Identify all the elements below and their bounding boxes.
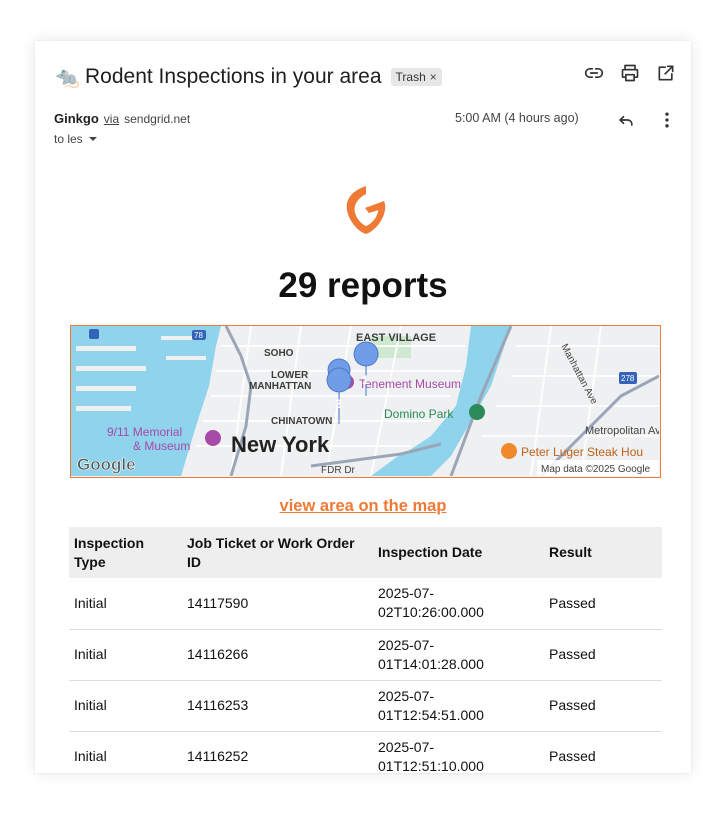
svg-text:3: 3 <box>335 397 342 411</box>
map-label: MANHATTAN <box>249 381 311 392</box>
inspection-type: Initial <box>69 578 182 630</box>
map-label: Tenement Museum <box>359 377 461 391</box>
svg-text:1: 1 <box>362 373 369 387</box>
inspection-result: Passed <box>544 629 662 681</box>
route-shield: 278 <box>621 374 635 383</box>
sender-via[interactable]: via <box>104 112 119 126</box>
inspection-type: Initial <box>69 680 182 732</box>
map-label: CHINATOWN <box>271 416 332 427</box>
link-icon[interactable] <box>583 62 605 84</box>
map-label: New York <box>231 432 330 457</box>
map-label: FDR Dr <box>321 465 356 476</box>
inspection-date: 2025-07-01T14:01:28.000 <box>373 629 544 681</box>
table-row: Initial 14116266 2025-07-01T14:01:28.000… <box>69 629 662 681</box>
table-header-row: Inspection Type Job Ticket or Work Order… <box>69 527 662 578</box>
column-header: Inspection Type <box>69 527 182 578</box>
inspections-table: Inspection Type Job Ticket or Work Order… <box>69 527 662 773</box>
email-subject: Rodent Inspections in your area <box>85 65 382 88</box>
job-ticket-id: 14116252 <box>182 731 373 773</box>
more-vert-icon[interactable] <box>656 109 678 131</box>
map-label: 9/11 Memorial <box>107 425 182 439</box>
recipient-text: to les <box>54 132 83 146</box>
sender-name[interactable]: Ginkgo <box>54 111 99 126</box>
column-header: Inspection Date <box>373 527 544 578</box>
table-row: Initial 14116252 2025-07-01T12:51:10.000… <box>69 731 662 773</box>
sender-row: Ginkgo via sendgrid.net <box>54 111 190 126</box>
inspection-result: Passed <box>544 680 662 732</box>
ginkgo-logo <box>341 182 391 237</box>
remove-label-icon[interactable]: × <box>430 70 437 84</box>
inspection-date: 2025-07-02T10:26:00.000 <box>373 578 544 630</box>
inspection-date: 2025-07-01T12:51:10.000 <box>373 731 544 773</box>
map-attribution: Map data ©2025 Google <box>541 464 651 475</box>
map-label: Domino Park <box>384 407 454 421</box>
map-label: SOHO <box>264 348 294 359</box>
job-ticket-id: 14117590 <box>182 578 373 630</box>
inspection-type: Initial <box>69 731 182 773</box>
map-label: LOWER <box>271 370 309 381</box>
top-actions <box>583 62 677 84</box>
column-header: Job Ticket or Work Order ID <box>182 527 373 578</box>
job-ticket-id: 14116266 <box>182 629 373 681</box>
inspection-result: Passed <box>544 578 662 630</box>
open-in-new-icon[interactable] <box>655 62 677 84</box>
label-text: Trash <box>395 70 426 84</box>
map-label: Metropolitan Av <box>585 425 659 437</box>
sender-domain: sendgrid.net <box>124 112 191 126</box>
map-label: & Museum <box>133 439 190 453</box>
recipient-toggle[interactable]: to les <box>54 132 99 146</box>
route-shield: 78 <box>194 331 203 340</box>
chevron-down-icon <box>88 137 97 141</box>
google-logo: Google <box>77 455 136 474</box>
print-icon[interactable] <box>619 62 641 84</box>
area-map[interactable]: EAST VILLAGE SOHO LOWER MANHATTAN CHINAT… <box>70 325 661 478</box>
column-header: Result <box>544 527 662 578</box>
report-count-heading: 29 reports <box>278 266 448 305</box>
email-time: 5:00 AM (4 hours ago) <box>455 111 579 125</box>
trash-label[interactable]: Trash × <box>390 68 442 86</box>
inspection-date: 2025-07-01T12:54:51.000 <box>373 680 544 732</box>
table-row: Initial 14117590 2025-07-02T10:26:00.000… <box>69 578 662 630</box>
view-map-link[interactable]: view area on the map <box>35 497 691 516</box>
map-label: Peter Luger Steak Hou <box>521 445 643 459</box>
email-card: 🐀 Rodent Inspections in your area Trash … <box>35 41 691 773</box>
rat-icon: 🐀 <box>55 66 80 89</box>
reply-icon[interactable] <box>615 109 637 131</box>
subject-row: 🐀 Rodent Inspections in your area Trash … <box>55 62 675 92</box>
job-ticket-id: 14116253 <box>182 680 373 732</box>
table-row: Initial 14116253 2025-07-01T12:54:51.000… <box>69 680 662 732</box>
inspection-result: Passed <box>544 731 662 773</box>
inspection-type: Initial <box>69 629 182 681</box>
